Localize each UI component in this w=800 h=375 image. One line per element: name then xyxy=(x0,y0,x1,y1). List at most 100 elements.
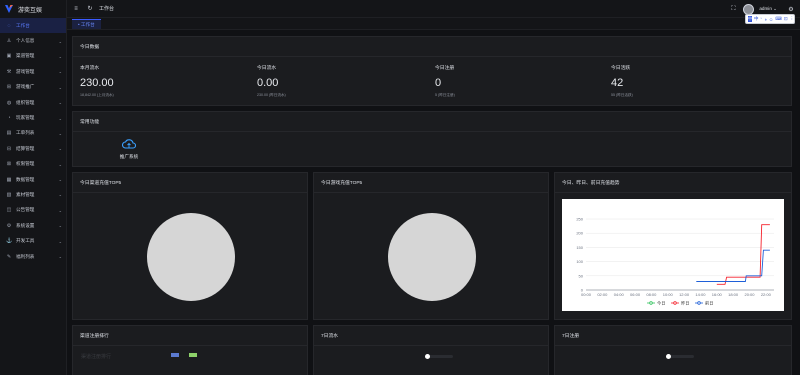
x-tick-label: 02:00 xyxy=(597,292,608,297)
rank-chart-title: 渠道注册排行 xyxy=(81,354,112,360)
rank-legend xyxy=(171,353,197,357)
sidebar-item[interactable]: ✎ 福利列表 ⌄ xyxy=(0,249,66,264)
user-icon: ♙ xyxy=(6,38,12,45)
header: ≡ ↻ 工作台 ⛶ admin ⌄ ⚙ xyxy=(67,0,800,18)
sidebar-item[interactable]: ⊞ 游戏推广 ⌄ xyxy=(0,80,66,95)
x-tick-label: 18:00 xyxy=(728,292,739,297)
legend-label: 今日 xyxy=(657,300,665,307)
logo[interactable]: 游奕互娱 xyxy=(0,0,66,18)
stat-sub: 230.00 (昨日流水) xyxy=(257,93,286,97)
ime-emoji-icon[interactable]: ☺ xyxy=(769,17,774,22)
breadcrumb[interactable]: 工作台 xyxy=(99,5,114,12)
sidebar-item[interactable]: ♙ 个人信息 ⌄ xyxy=(0,33,66,48)
ime-more-icon[interactable]: ⋮ xyxy=(790,16,795,22)
reg7-zoom-slider[interactable] xyxy=(666,354,694,359)
x-tick-label: 10:00 xyxy=(663,292,674,297)
legend-swatch-blue xyxy=(171,353,179,357)
ime-keyboard-icon[interactable]: ⌨ xyxy=(775,16,782,22)
ime-toolbar[interactable]: 中 中 ˇ ◑ ☺ ⌨ ⊡ ⋮ xyxy=(745,14,795,24)
flow7-card: 7日流水 xyxy=(313,325,549,375)
player-icon: ◔ xyxy=(7,115,11,122)
y-tick-label: 250 xyxy=(576,217,583,222)
function-promote-system[interactable]: 推广系统 xyxy=(113,138,145,160)
channel-pie-chart xyxy=(147,213,235,301)
tab-dashboard[interactable]: • 工作台 xyxy=(72,19,101,29)
legend-label: 昨日 xyxy=(681,300,689,307)
y-tick-label: 150 xyxy=(576,245,583,250)
sidebar-item[interactable]: ▤ 工单列表 ⌄ xyxy=(0,126,66,141)
x-tick-label: 12:00 xyxy=(679,292,690,297)
zoom-handle[interactable] xyxy=(425,354,430,359)
trend-title: 今日、昨日、前日充值趋势 xyxy=(555,173,791,193)
user-menu[interactable]: admin ⌄ xyxy=(759,6,777,12)
game-pie-chart xyxy=(388,213,476,301)
ime-skin-icon[interactable]: ⊡ xyxy=(784,16,788,22)
dashboard-icon: ◌ xyxy=(7,22,11,29)
stat-today-flow: 今日流水 0.00 230.00 (昨日流水) xyxy=(257,64,286,98)
legend-marker xyxy=(697,301,701,305)
sidebar-item[interactable]: ⚙ 系统设置 ⌄ xyxy=(0,218,66,233)
sidebar-item[interactable]: ▣ 渠道管理 ⌄ xyxy=(0,49,66,64)
avatar[interactable] xyxy=(743,3,755,15)
ime-mode-icon[interactable]: 中 xyxy=(748,16,752,22)
channel-icon: ▣ xyxy=(6,53,12,60)
chevron-down-icon: ⌄ xyxy=(58,223,62,229)
chevron-down-icon: ⌄ xyxy=(58,53,62,59)
flow7-title: 7日流水 xyxy=(314,326,548,346)
sidebar-item[interactable]: ▧ 素材管理 ⌄ xyxy=(0,187,66,202)
x-tick-label: 06:00 xyxy=(630,292,641,297)
stat-value: 0 xyxy=(435,77,442,89)
sidebar-item[interactable]: ⚒ 游戏管理 ⌄ xyxy=(0,64,66,79)
sidebar-item[interactable]: ◌ 工作台 xyxy=(0,18,66,34)
sidebar-item[interactable]: ⊟ 结算管理 ⌄ xyxy=(0,141,66,156)
sidebar-item[interactable]: ◍ 组织管理 ⌄ xyxy=(0,95,66,110)
sidebar-item-label: 渠道管理 xyxy=(16,53,35,59)
sidebar-item[interactable]: ⚓ 开发工具 ⌄ xyxy=(0,233,66,248)
chevron-down-icon: ⌄ xyxy=(58,207,62,213)
tabs-bar: • 工作台 ⌄ xyxy=(67,18,800,30)
legend-label: 前日 xyxy=(705,300,713,307)
y-tick-label: 100 xyxy=(576,259,583,264)
x-tick-label: 22:00 xyxy=(761,292,772,297)
app-name: 游奕互娱 xyxy=(18,7,43,14)
chevron-down-icon: ⌄ xyxy=(58,38,62,44)
ime-punct-icon[interactable]: ˇ xyxy=(761,17,763,22)
legend-swatch-green xyxy=(189,353,197,357)
sidebar-item-label: 开发工具 xyxy=(16,238,35,244)
dev-tool-icon: ⚓ xyxy=(6,238,13,245)
chevron-down-icon: ⌄ xyxy=(58,84,62,90)
sidebar-menu: ◌ 工作台 ♙ 个人信息 ⌄ ▣ 渠道管理 ⌄ ⚒ 游戏管理 ⌄ ⊞ 游戏推广 ⌄ ◍ 组织管理 ⌄ ◔ 玩家管理 ⌄… xyxy=(0,18,66,264)
refresh-icon[interactable]: ↻ xyxy=(85,5,95,12)
flow7-zoom-slider[interactable] xyxy=(425,354,453,359)
logo-icon xyxy=(4,4,14,14)
sidebar-item[interactable]: ◔ 玩家管理 ⌄ xyxy=(0,110,66,125)
functions-title: 常用功能 xyxy=(73,112,791,132)
sidebar-item[interactable]: ◫ 公告管理 ⌄ xyxy=(0,203,66,218)
sidebar-item-label: 系统设置 xyxy=(16,222,35,228)
sidebar-item[interactable]: ▦ 数据管理 ⌄ xyxy=(0,172,66,187)
stat-today-register: 今日注册 0 5 (昨日注册) xyxy=(435,64,455,98)
zoom-handle[interactable] xyxy=(666,354,671,359)
ime-moon-icon[interactable]: ◑ xyxy=(764,17,767,22)
menu-toggle-icon[interactable]: ≡ xyxy=(71,6,81,12)
reg7-title: 7日注册 xyxy=(555,326,791,346)
settle-icon: ⊟ xyxy=(6,145,12,152)
sidebar-item-label: 工作台 xyxy=(16,22,30,28)
settings-icon[interactable]: ⚙ xyxy=(786,6,796,13)
fullscreen-icon[interactable]: ⛶ xyxy=(728,6,738,13)
stat-sub: 5 (昨日注册) xyxy=(435,93,455,97)
channel-top5-card: 今日渠道充值TOP5 xyxy=(72,172,308,320)
trend-chart: 0 50 100 150 200 250 00:00 02:00 04:00 06:00 08:00… xyxy=(562,199,784,311)
x-tick-label: 00:00 xyxy=(581,292,592,297)
ime-chinese-icon[interactable]: 中 xyxy=(754,16,759,22)
today-data-title: 今日数据 xyxy=(73,37,791,57)
legend-marker xyxy=(673,301,677,305)
org-icon: ◍ xyxy=(6,99,12,106)
stat-label: 本月流水 xyxy=(80,66,100,71)
gift-icon: ✎ xyxy=(6,253,12,260)
stat-value: 230.00 xyxy=(80,77,114,89)
sidebar-item-label: 数据管理 xyxy=(16,176,35,182)
chevron-down-icon: ⌄ xyxy=(58,115,62,121)
stat-label: 今日活跃 xyxy=(611,66,631,71)
sidebar-item[interactable]: ⊠ 权限管理 ⌄ xyxy=(0,157,66,172)
